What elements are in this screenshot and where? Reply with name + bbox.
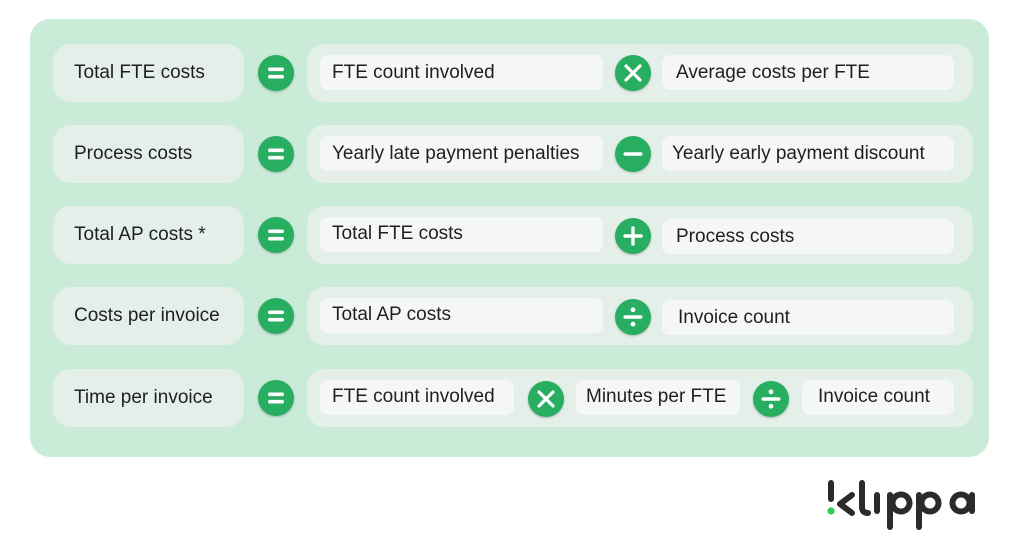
term-chip: Invoice count	[662, 300, 954, 335]
equals-icon	[258, 380, 294, 416]
formula-row: Total FTE costs FTE count involved Avera…	[30, 44, 989, 102]
result-label: Total AP costs *	[53, 206, 244, 264]
term-chip: Minutes per FTE	[576, 380, 740, 415]
term-chip: Process costs	[662, 219, 954, 254]
result-label: Time per invoice	[53, 369, 244, 427]
equals-icon	[258, 217, 294, 253]
formula-expression: Total FTE costs Process costs	[307, 206, 973, 264]
term-chip: Average costs per FTE	[662, 55, 954, 90]
formula-expression: Yearly late payment penalties Yearly ear…	[307, 125, 973, 183]
term-chip: Total AP costs	[320, 298, 603, 333]
formula-expression: Total AP costs Invoice count	[307, 287, 973, 345]
term-chip: Yearly late payment penalties	[320, 136, 603, 171]
plus-icon	[615, 218, 651, 254]
equals-icon	[258, 298, 294, 334]
multiply-icon	[528, 381, 564, 417]
term-chip: Yearly early payment discount	[662, 136, 954, 171]
divide-icon	[615, 299, 651, 335]
formula-expression: FTE count involved Average costs per FTE	[307, 44, 973, 102]
formula-row: Total AP costs * Total FTE costs Process…	[30, 206, 989, 264]
multiply-icon	[615, 55, 651, 91]
equals-icon	[258, 55, 294, 91]
equals-icon	[258, 136, 294, 172]
klippa-logo	[826, 478, 991, 533]
result-label: Process costs	[53, 125, 244, 183]
formula-expression: FTE count involved Minutes per FTE Invoi…	[307, 369, 973, 427]
term-chip: FTE count involved	[320, 55, 603, 90]
minus-icon	[615, 136, 651, 172]
klippa-logo-mark	[827, 480, 975, 530]
term-chip: Total FTE costs	[320, 217, 603, 252]
term-chip: Invoice count	[802, 380, 954, 415]
formula-row: Process costs Yearly late payment penalt…	[30, 125, 989, 183]
formula-row: Time per invoice FTE count involved Minu…	[30, 369, 989, 427]
term-chip: FTE count involved	[320, 380, 514, 415]
result-label: Costs per invoice	[53, 287, 244, 345]
formula-panel: Total FTE costs FTE count involved Avera…	[30, 19, 989, 457]
result-label: Total FTE costs	[53, 44, 244, 102]
divide-icon	[753, 381, 789, 417]
formula-row: Costs per invoice Total AP costs Invoice…	[30, 287, 989, 345]
